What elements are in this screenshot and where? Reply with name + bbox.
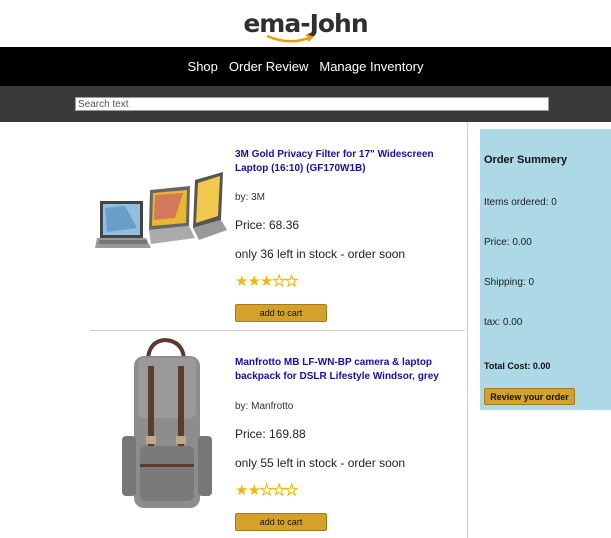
product-title-wrapper: Manfrotto MB LF-WN-BP camera & laptop ba… xyxy=(235,356,460,384)
summary-tax: tax: 0.00 xyxy=(484,317,523,328)
star-rating: ★★★★★ xyxy=(235,272,460,291)
order-summary-title: Order Summery xyxy=(484,154,568,166)
review-order-button[interactable]: Review your order xyxy=(484,388,575,405)
product-list: 3M Gold Privacy Filter for 17" Widescree… xyxy=(0,122,468,538)
product-price: Price: 169.88 xyxy=(235,427,306,441)
star-empty-icon: ★ xyxy=(272,273,287,291)
product-title-wrapper: 3M Gold Privacy Filter for 17" Widescree… xyxy=(235,148,460,176)
star-icon: ★ xyxy=(247,482,260,499)
product-item: Manfrotto MB LF-WN-BP camera & laptop ba… xyxy=(90,331,465,538)
star-empty-icon: ★ xyxy=(284,482,299,500)
star-icon: ★ xyxy=(235,273,248,290)
star-icon: ★ xyxy=(259,273,273,290)
star-icon: ★ xyxy=(235,482,248,499)
star-empty-icon: ★ xyxy=(284,273,299,291)
add-to-cart-wrapper: add to cart xyxy=(235,304,460,322)
order-summary: Order Summery Items ordered: 0 Price: 0.… xyxy=(480,129,611,410)
product-stock: only 55 left in stock - order soon xyxy=(235,456,406,470)
main-nav: Shop Order Review Manage Inventory xyxy=(0,47,611,86)
add-to-cart-wrapper: add to cart xyxy=(235,513,460,531)
product-brand: by: 3M xyxy=(235,192,266,203)
star-rating: ★★★★★ xyxy=(235,481,460,500)
nav-order-review-link[interactable]: Order Review xyxy=(229,59,308,74)
product-title-link[interactable]: 3M Gold Privacy Filter for 17" Widescree… xyxy=(235,148,460,176)
add-to-cart-button[interactable]: add to cart xyxy=(235,513,327,531)
nav-manage-inventory-link[interactable]: Manage Inventory xyxy=(319,59,423,74)
star-icon: ★ xyxy=(247,273,260,290)
summary-price: Price: 0.00 xyxy=(484,237,532,248)
items-ordered: Items ordered: 0 xyxy=(484,197,557,208)
star-empty-icon: ★ xyxy=(259,482,274,500)
summary-shipping: Shipping: 0 xyxy=(484,277,535,288)
backpack-image xyxy=(120,336,215,521)
product-title-link[interactable]: Manfrotto MB LF-WN-BP camera & laptop ba… xyxy=(235,356,460,384)
product-brand: by: Manfrotto xyxy=(235,401,294,412)
search-input[interactable] xyxy=(75,97,549,111)
header: ema-John xyxy=(0,0,611,47)
summary-total: Total Cost: 0.00 xyxy=(484,361,551,371)
add-to-cart-button[interactable]: add to cart xyxy=(235,304,327,322)
product-stock: only 36 left in stock - order soon xyxy=(235,247,406,261)
main-content: 3M Gold Privacy Filter for 17" Widescree… xyxy=(0,122,611,538)
product-price: Price: 68.36 xyxy=(235,218,300,232)
nav-shop-link[interactable]: Shop xyxy=(188,59,218,74)
star-empty-icon: ★ xyxy=(272,482,287,500)
search-bar xyxy=(0,86,611,122)
laptop-privacy-filter-image xyxy=(95,168,230,263)
smile-arrow-icon xyxy=(266,34,315,43)
product-item: 3M Gold Privacy Filter for 17" Widescree… xyxy=(90,122,465,331)
brand-logo[interactable]: ema-John xyxy=(243,9,369,43)
